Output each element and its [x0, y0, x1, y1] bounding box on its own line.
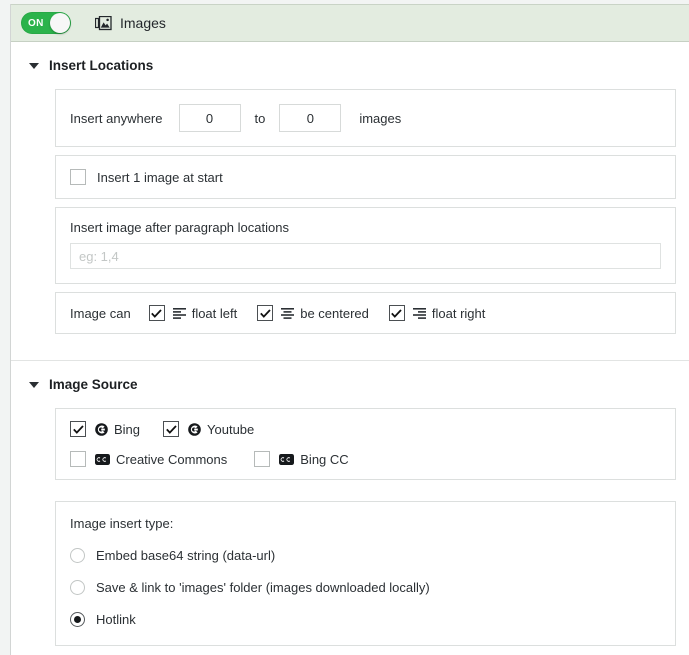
section-title-insert-locations: Insert Locations — [49, 58, 154, 73]
hotlink-label: Hotlink — [96, 612, 136, 627]
provider-creative-commons[interactable]: Creative Commons — [70, 451, 227, 467]
float-left-label: float left — [191, 305, 238, 321]
bing-cc-checkbox[interactable] — [254, 451, 271, 467]
insert-max-input[interactable] — [279, 104, 342, 132]
float-left-checkbox[interactable] — [148, 305, 165, 321]
insert-images-suffix-label: images — [359, 110, 402, 126]
provider-bing[interactable]: Bing — [70, 421, 140, 437]
insert-at-start-checkbox[interactable] — [70, 169, 86, 185]
insert-anywhere-label: Insert anywhere — [70, 110, 163, 126]
be-centered-checkbox[interactable] — [257, 305, 274, 321]
float-left-option[interactable]: float left — [148, 305, 238, 321]
insert-type-title: Image insert type: — [70, 516, 174, 531]
provider-bing-cc[interactable]: Bing CC — [254, 451, 349, 467]
be-centered-label: be centered — [300, 305, 369, 321]
page-title: Images — [120, 15, 166, 31]
section-insert-locations: Insert Locations Insert anywhere to imag… — [11, 42, 689, 334]
section-title-image-source: Image Source — [49, 377, 138, 392]
align-right-icon — [412, 307, 426, 319]
base64-radio[interactable] — [70, 548, 85, 563]
insert-type-option-base64[interactable]: Embed base64 string (data-url) — [70, 548, 661, 563]
provider-row-primary: Bing Youtube — [70, 421, 661, 437]
card-insert-anywhere: Insert anywhere to images — [55, 89, 676, 147]
be-centered-option[interactable]: be centered — [257, 305, 369, 321]
header-title-group: Images — [95, 15, 166, 31]
save-link-radio[interactable] — [70, 580, 85, 595]
youtube-label: Youtube — [207, 421, 255, 437]
paragraph-locations-input[interactable] — [70, 243, 661, 269]
align-left-icon — [172, 307, 186, 319]
panel-header: ON Images — [11, 4, 689, 42]
base64-label: Embed base64 string (data-url) — [96, 548, 276, 563]
insert-anywhere-row: Insert anywhere to images — [70, 104, 661, 132]
card-float-options: Image can float left be centered float r… — [55, 292, 676, 334]
bing-checkbox[interactable] — [70, 421, 86, 437]
section-header-insert-locations[interactable]: Insert Locations — [11, 42, 689, 81]
creative-commons-label: Creative Commons — [116, 451, 228, 467]
cc-badge-icon — [95, 453, 110, 465]
bing-label: Bing — [114, 421, 141, 437]
hotlink-radio[interactable] — [70, 612, 85, 627]
provider-youtube[interactable]: Youtube — [163, 421, 254, 437]
provider-row-secondary: Creative Commons Bing CC — [70, 451, 661, 467]
insert-type-option-save-link[interactable]: Save & link to 'images' folder (images d… — [70, 580, 661, 595]
paragraph-locations-label: Insert image after paragraph locations — [70, 220, 289, 235]
cc-badge-icon — [279, 453, 295, 465]
section-image-source: Image Source Bing Youtube Creative Commo… — [11, 361, 689, 646]
align-center-icon — [281, 307, 295, 319]
insert-min-input[interactable] — [178, 104, 241, 132]
float-right-label: float right — [431, 305, 486, 321]
toggle-knob[interactable] — [50, 13, 70, 33]
bing-cc-label: Bing CC — [300, 451, 349, 467]
insert-at-start-label: Insert 1 image at start — [97, 169, 223, 185]
youtube-checkbox[interactable] — [163, 421, 180, 437]
creative-commons-checkbox[interactable] — [70, 451, 86, 467]
save-link-label: Save & link to 'images' folder (images d… — [96, 580, 430, 595]
card-image-providers: Bing Youtube Creative Commons Bing CC — [55, 408, 676, 480]
toggle-state-label: ON — [28, 17, 44, 29]
card-paragraph-locations: Insert image after paragraph locations — [55, 207, 676, 284]
image-can-label: Image can — [70, 305, 131, 321]
float-right-checkbox[interactable] — [388, 305, 405, 321]
images-settings-panel: ON Images Insert Locations Insert anywhe… — [10, 4, 689, 655]
section-header-image-source[interactable]: Image Source — [11, 361, 689, 400]
images-enable-toggle[interactable]: ON — [21, 12, 71, 34]
youtube-circle-icon — [188, 422, 201, 436]
chevron-down-icon[interactable] — [29, 381, 39, 388]
images-icon — [95, 15, 112, 31]
float-options-row: Image can float left be centered float r… — [70, 305, 661, 321]
chevron-down-icon[interactable] — [29, 62, 39, 69]
insert-type-option-hotlink[interactable]: Hotlink — [70, 612, 661, 627]
insert-range-separator-label: to — [254, 110, 266, 126]
bing-circle-icon — [95, 422, 108, 436]
card-insert-at-start: Insert 1 image at start — [55, 155, 676, 199]
panel-body: Insert Locations Insert anywhere to imag… — [11, 42, 689, 646]
float-right-option[interactable]: float right — [388, 305, 486, 321]
insert-at-start-row[interactable]: Insert 1 image at start — [70, 169, 661, 185]
card-insert-type: Image insert type: Embed base64 string (… — [55, 501, 676, 646]
